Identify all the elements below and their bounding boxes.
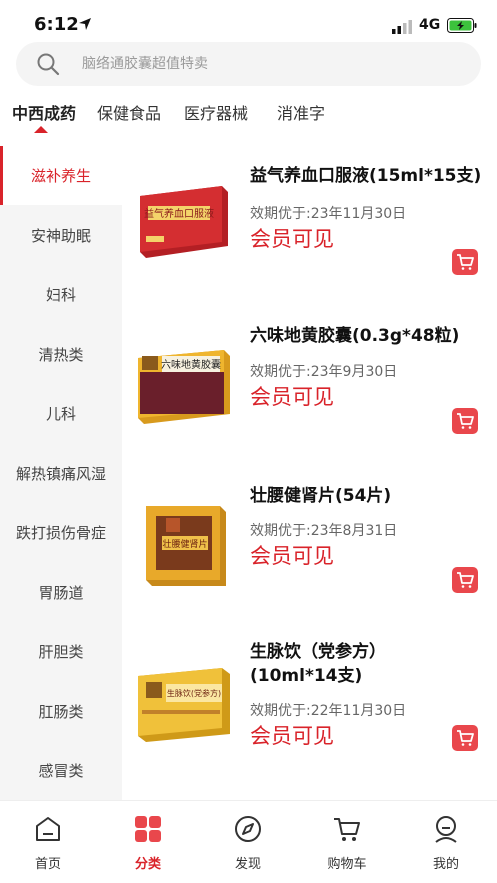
product-image[interactable]: 六味地黄胶囊 (136, 340, 232, 432)
product-name[interactable]: 生脉饮（党参方） (10ml*14支) (250, 640, 490, 688)
product-card[interactable]: 六味地黄胶囊 六味地黄胶囊(0.3g*48粒) 效期优于:23年9月30日 会员… (122, 312, 497, 470)
sidebar-item-label: 滋补养生 (30, 167, 91, 185)
tab-medical-devices[interactable]: 医疗器械 (184, 100, 248, 124)
sidebar-item-label: 肝胆类 (38, 643, 84, 661)
add-to-cart-button[interactable] (452, 249, 478, 275)
nav-home[interactable]: 首页 (13, 809, 83, 873)
tab-health-food[interactable]: 保健食品 (97, 100, 161, 124)
box-label: 六味地黄胶囊 (161, 358, 221, 371)
sidebar-item-pediatrics[interactable]: 儿科 (0, 384, 122, 443)
nav-discover[interactable]: 发现 (213, 809, 283, 873)
box-label: 益气养血口服液 (144, 207, 214, 220)
nav-label: 首页 (34, 857, 61, 872)
cart-icon (457, 572, 474, 588)
nav-label: 我的 (432, 857, 459, 872)
sidebar-item-label: 儿科 (45, 405, 76, 423)
nav-category[interactable]: 分类 (113, 809, 183, 873)
product-name-line: (10ml*14支) (250, 666, 363, 686)
product-image[interactable]: 壮腰健肾片 (136, 498, 232, 590)
product-image[interactable]: 益气养血口服液 (136, 176, 232, 268)
product-card[interactable]: 生脉饮(党参方) 生脉饮（党参方） (10ml*14支) 效期优于:22年11月… (122, 632, 497, 790)
product-expiry: 效期优于:23年11月30日 (250, 206, 407, 222)
profile-icon (435, 816, 457, 843)
product-name-line: 生脉饮（党参方） (250, 642, 386, 662)
cart-icon (457, 413, 474, 429)
sidebar-item-label: 安神助眠 (30, 227, 91, 245)
product-expiry: 效期优于:22年11月30日 (250, 703, 407, 719)
sidebar-item-injury-bone[interactable]: 跌打损伤骨症 (0, 503, 122, 562)
sidebar-item-label: 清热类 (38, 346, 84, 364)
sidebar-item-heat-clearing[interactable]: 清热类 (0, 325, 122, 384)
product-card[interactable]: 壮腰健肾片 壮腰健肾片(54片) 效期优于:23年8月31日 会员可见 (122, 472, 497, 630)
sidebar-item-cold[interactable]: 感冒类 (0, 741, 122, 800)
compass-icon (235, 816, 261, 842)
product-name[interactable]: 六味地黄胶囊(0.3g*48粒) (250, 324, 490, 348)
location-arrow-icon (79, 18, 91, 30)
home-icon (36, 817, 60, 841)
cart-icon (457, 730, 474, 746)
add-to-cart-button[interactable] (452, 408, 478, 434)
search-icon (37, 53, 60, 76)
status-bar: 6:12 4G (0, 0, 497, 44)
product-expiry: 效期优于:23年8月31日 (250, 523, 398, 539)
search-input[interactable] (82, 42, 462, 86)
search-bar[interactable] (16, 42, 481, 86)
nav-label: 分类 (134, 857, 161, 872)
sidebar-item-tonic[interactable]: 滋补养生 (0, 146, 122, 205)
member-price: 会员可见 (250, 385, 334, 409)
product-name[interactable]: 益气养血口服液(15ml*15支) (250, 164, 490, 188)
member-price: 会员可见 (250, 227, 334, 251)
sidebar-item-label: 跌打损伤骨症 (15, 524, 106, 542)
sidebar-item-label: 妇科 (45, 286, 76, 304)
nav-profile[interactable]: 我的 (411, 809, 481, 873)
sidebar-item-anorectal[interactable]: 肛肠类 (0, 682, 122, 741)
tab-disinfection-products[interactable]: 消准字 (277, 100, 325, 124)
battery-icon (447, 18, 477, 33)
sidebar-item-label: 解热镇痛风湿 (15, 465, 106, 483)
sidebar-item-label: 胃肠道 (38, 584, 84, 602)
status-time: 6:12 (34, 14, 79, 35)
sidebar-item-sleep-aid[interactable]: 安神助眠 (0, 206, 122, 265)
member-price: 会员可见 (250, 724, 334, 748)
network-label: 4G (419, 17, 441, 33)
member-price: 会员可见 (250, 544, 334, 568)
product-card[interactable]: 益气养血口服液 益气养血口服液(15ml*15支) 效期优于:23年11月30日… (122, 152, 497, 310)
nav-label: 发现 (234, 857, 261, 872)
signal-icon (392, 20, 412, 34)
product-image[interactable]: 生脉饮(党参方) (136, 660, 232, 752)
sidebar-item-label: 肛肠类 (38, 703, 84, 721)
sidebar-item-gastrointestinal[interactable]: 胃肠道 (0, 563, 122, 622)
cart-icon (457, 254, 474, 270)
tab-chinese-western-medicine[interactable]: 中西成药 (12, 100, 76, 124)
category-icon (135, 816, 161, 842)
nav-label: 购物车 (327, 857, 367, 872)
sidebar-item-liver-gallbladder[interactable]: 肝胆类 (0, 622, 122, 681)
active-tab-indicator (34, 126, 48, 133)
sidebar-item-gynecology[interactable]: 妇科 (0, 265, 122, 324)
box-label: 生脉饮(党参方) (167, 688, 221, 698)
sidebar-item-label: 感冒类 (38, 762, 84, 780)
product-name[interactable]: 壮腰健肾片(54片) (250, 484, 490, 508)
add-to-cart-button[interactable] (452, 725, 478, 751)
add-to-cart-button[interactable] (452, 567, 478, 593)
box-label: 壮腰健肾片 (162, 538, 207, 550)
sidebar-item-antipyretic[interactable]: 解热镇痛风湿 (0, 444, 122, 503)
sidebar-active-indicator (0, 146, 3, 205)
nav-cart[interactable]: 购物车 (312, 809, 382, 873)
category-sidebar: 滋补养生 安神助眠 妇科 清热类 儿科 解热镇痛风湿 跌打损伤骨症 胃肠道 肝胆… (0, 146, 122, 800)
bottom-nav: 首页 分类 发现 购物车 我的 (0, 800, 497, 883)
category-tabs: 中西成药 保健食品 医疗器械 消准字 (0, 96, 497, 136)
cart-icon (334, 818, 360, 841)
product-expiry: 效期优于:23年9月30日 (250, 364, 398, 380)
